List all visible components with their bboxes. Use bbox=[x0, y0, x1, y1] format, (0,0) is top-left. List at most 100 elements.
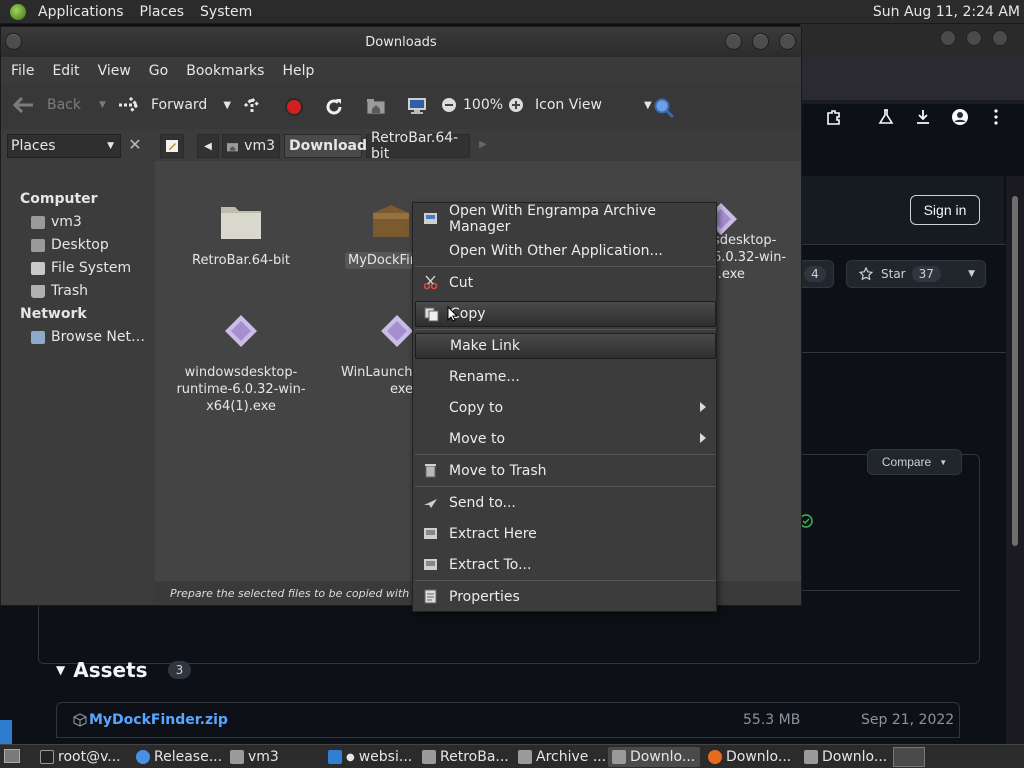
maximize-button[interactable] bbox=[752, 33, 769, 50]
applications-menu[interactable]: Applications bbox=[30, 4, 132, 20]
assets-heading[interactable]: ▼ Assets 3 bbox=[56, 658, 192, 682]
up-button[interactable] bbox=[243, 97, 261, 115]
home-button[interactable] bbox=[366, 97, 386, 115]
menu-item-copy-to[interactable]: Copy to bbox=[415, 395, 716, 421]
computer-icon bbox=[408, 98, 426, 114]
sidebar-item-trash[interactable]: Trash bbox=[31, 283, 88, 299]
task-downloads-2[interactable]: Downlo... bbox=[800, 747, 887, 767]
menu-item-open-with-engrampa[interactable]: Open With Engrampa Archive Manager bbox=[415, 203, 716, 235]
sidebar-item-browse-network[interactable]: Browse Net… bbox=[31, 329, 145, 345]
compare-button[interactable]: Compare ▼ bbox=[867, 449, 962, 475]
window-titlebar[interactable]: Downloads bbox=[1, 27, 801, 57]
extract-icon bbox=[424, 559, 437, 570]
zoom-in-button[interactable] bbox=[508, 97, 524, 113]
close-sidebar-icon[interactable]: ✕ bbox=[125, 135, 145, 155]
toggle-location-entry-button[interactable] bbox=[160, 134, 184, 158]
menu-item-move-to-trash[interactable]: Move to Trash bbox=[415, 458, 716, 484]
task-vm3[interactable]: vm3 bbox=[226, 747, 279, 767]
zoom-out-icon bbox=[442, 98, 456, 112]
task-release[interactable]: Release... bbox=[132, 747, 222, 767]
menubar: File Edit View Go Bookmarks Help bbox=[1, 57, 801, 85]
scissors-icon bbox=[423, 275, 438, 290]
star-button[interactable]: Star 37 ▼ bbox=[846, 260, 986, 288]
search-button[interactable] bbox=[653, 97, 675, 119]
menu-help[interactable]: Help bbox=[272, 63, 322, 79]
mate-logo-icon[interactable] bbox=[10, 3, 26, 20]
menu-item-extract-to[interactable]: Extract To... bbox=[415, 552, 716, 578]
asset-link[interactable]: MyDockFinder.zip bbox=[89, 712, 228, 728]
extensions-icon[interactable] bbox=[824, 108, 844, 128]
path-scroll-right[interactable]: ▶ bbox=[479, 139, 487, 150]
path-scroll-left[interactable]: ◀ bbox=[197, 134, 219, 158]
reload-button[interactable] bbox=[324, 97, 344, 117]
task-downloads-firefox[interactable]: Downlo... bbox=[704, 747, 791, 767]
task-downloads-active[interactable]: Downlo... bbox=[608, 747, 700, 767]
triangle-down-icon: ▼ bbox=[56, 663, 66, 677]
menu-item-properties[interactable]: Properties bbox=[415, 584, 716, 610]
window-menu-button[interactable] bbox=[5, 33, 22, 50]
minimize-button[interactable] bbox=[725, 33, 742, 50]
task-website[interactable]: ● websi... bbox=[324, 747, 412, 767]
close-button[interactable] bbox=[992, 30, 1008, 46]
copy-icon bbox=[424, 307, 439, 322]
browser-toolbar bbox=[800, 56, 1024, 100]
clock[interactable]: Sun Aug 11, 2:24 AM bbox=[873, 4, 1020, 20]
menu-separator bbox=[415, 486, 716, 487]
downloads-icon[interactable] bbox=[913, 108, 933, 128]
show-desktop-icon[interactable] bbox=[4, 749, 20, 763]
zoom-level[interactable]: 100% bbox=[463, 97, 503, 113]
menu-item-copy[interactable]: Copy bbox=[415, 301, 716, 327]
menu-separator bbox=[415, 329, 716, 330]
sidebar-item-vm3[interactable]: vm3 bbox=[31, 214, 82, 230]
task-terminal[interactable]: root@v... bbox=[36, 747, 121, 767]
minimize-button[interactable] bbox=[940, 30, 956, 46]
computer-button[interactable] bbox=[406, 97, 428, 115]
stop-button[interactable] bbox=[284, 97, 304, 117]
compare-label: Compare bbox=[881, 455, 932, 469]
up-arrow-icon bbox=[243, 97, 261, 114]
menu-item-rename[interactable]: Rename... bbox=[415, 364, 716, 390]
menu-file[interactable]: File bbox=[1, 63, 42, 79]
breadcrumb-retrobar[interactable]: RetroBar.64-bit bbox=[366, 130, 470, 162]
task-retrobar[interactable]: RetroBa... bbox=[418, 747, 509, 767]
sidebar-item-desktop[interactable]: Desktop bbox=[31, 237, 109, 253]
maximize-button[interactable] bbox=[966, 30, 982, 46]
forward-button[interactable]: Forward ▼ bbox=[117, 97, 231, 113]
home-folder-icon bbox=[366, 99, 386, 115]
back-button[interactable]: Back ▼ bbox=[13, 97, 106, 113]
archive-icon bbox=[518, 750, 532, 764]
close-button[interactable] bbox=[779, 33, 796, 50]
task-archive[interactable]: Archive ... bbox=[514, 747, 606, 767]
sidebar-item-file-system[interactable]: File System bbox=[31, 260, 131, 276]
sign-in-button[interactable]: Sign in bbox=[910, 195, 980, 225]
places-select[interactable]: Places ▼ bbox=[7, 134, 121, 158]
reload-icon bbox=[326, 99, 342, 115]
menu-item-move-to[interactable]: Move to bbox=[415, 426, 716, 452]
workspace-switcher[interactable] bbox=[893, 747, 925, 767]
archive-box-icon bbox=[373, 205, 409, 237]
menu-item-extract-here[interactable]: Extract Here bbox=[415, 521, 716, 547]
menu-bookmarks[interactable]: Bookmarks bbox=[176, 63, 272, 79]
menu-item-open-with-other[interactable]: Open With Other Application... bbox=[415, 238, 716, 264]
menu-item-make-link[interactable]: Make Link bbox=[415, 333, 716, 359]
scrollbar-thumb[interactable] bbox=[1012, 196, 1018, 546]
breadcrumb-downloads[interactable]: Downloads bbox=[284, 134, 375, 158]
view-mode-select[interactable]: Icon View ▼ bbox=[535, 97, 652, 113]
asset-date: Sep 21, 2022 bbox=[861, 712, 955, 728]
menu-item-cut[interactable]: Cut bbox=[415, 270, 716, 296]
breadcrumb-vm3[interactable]: vm3 bbox=[222, 134, 280, 158]
menu-go[interactable]: Go bbox=[139, 63, 176, 79]
system-menu[interactable]: System bbox=[192, 4, 260, 20]
menu-edit[interactable]: Edit bbox=[42, 63, 87, 79]
account-icon[interactable] bbox=[950, 108, 970, 128]
places-menu[interactable]: Places bbox=[132, 4, 193, 20]
assets-count: 3 bbox=[167, 661, 192, 679]
menu-item-send-to[interactable]: Send to... bbox=[415, 490, 716, 516]
file-item-windowsdesktop-runtime-1[interactable]: windowsdesktop- runtime-6.0.32-win- x64(… bbox=[171, 311, 311, 415]
file-item-retrobar-folder[interactable]: RetroBar.64-bit bbox=[171, 199, 311, 269]
app-menu-icon[interactable] bbox=[986, 108, 1006, 128]
labs-flask-icon[interactable] bbox=[876, 108, 896, 128]
folder-icon bbox=[612, 750, 626, 764]
menu-view[interactable]: View bbox=[88, 63, 139, 79]
zoom-out-button[interactable]: 100% bbox=[441, 97, 503, 113]
